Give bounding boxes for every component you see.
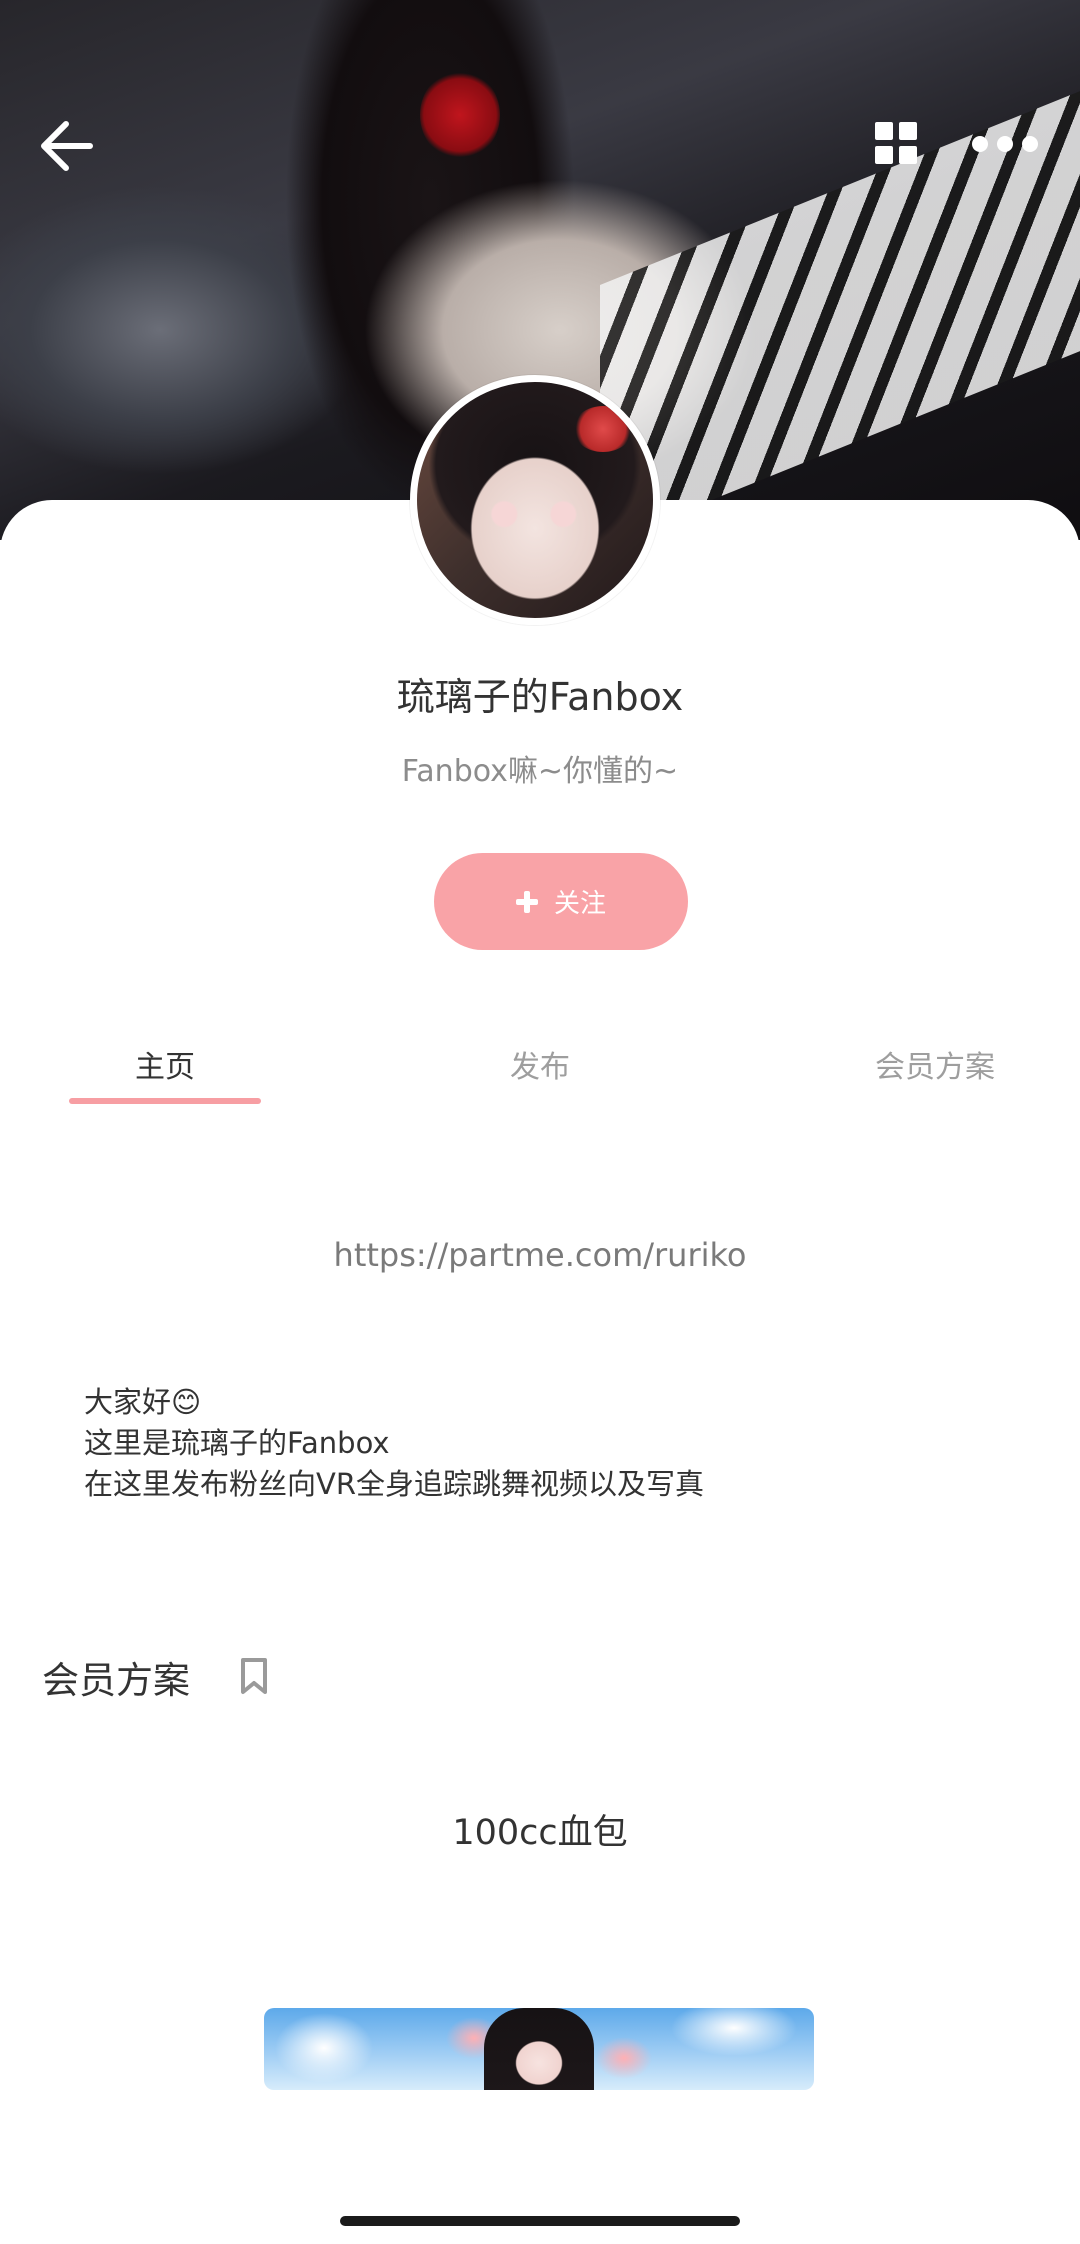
intro-line: 这里是琉璃子的Fanbox — [84, 1426, 390, 1460]
home-indicator — [340, 2216, 740, 2226]
page-title: 琉璃子的Fanbox — [396, 675, 684, 719]
bookmark-icon[interactable] — [238, 1656, 270, 1696]
follow-button-label: 关注 — [553, 889, 606, 919]
more-dots-icon[interactable] — [970, 132, 1040, 156]
profile-link[interactable]: https://partme.com/ruriko — [0, 1236, 1080, 1274]
plan-cover-figure — [484, 2008, 594, 2090]
tab-home[interactable]: 主页 — [69, 1042, 261, 1086]
plan-cover-image[interactable] — [264, 2008, 814, 2090]
plans-section-title: 会员方案 — [42, 1659, 190, 1702]
intro-line: 大家好😊 — [84, 1385, 202, 1419]
tab-posts[interactable]: 发布 — [440, 1042, 640, 1086]
tab-plans[interactable]: 会员方案 — [850, 1042, 1020, 1086]
banner-hair-accent — [420, 70, 500, 160]
grid-icon[interactable] — [875, 122, 917, 164]
profile-tagline: Fanbox嘛~你懂的~ — [401, 754, 679, 789]
avatar[interactable] — [410, 375, 660, 625]
back-arrow-icon[interactable] — [38, 118, 96, 174]
intro-line: 在这里发布粉丝向VR全身追踪跳舞视频以及写真 — [84, 1467, 704, 1501]
follow-button[interactable]: 关注 — [434, 853, 688, 950]
intro-text: 大家好😊 这里是琉璃子的Fanbox 在这里发布粉丝向VR全身追踪跳舞视频以及写… — [84, 1382, 704, 1505]
plus-icon — [515, 890, 538, 913]
avatar-hair-accent — [573, 406, 633, 452]
plan-name[interactable]: 100cc血包 — [0, 1804, 1080, 1855]
active-tab-indicator — [69, 1098, 261, 1104]
